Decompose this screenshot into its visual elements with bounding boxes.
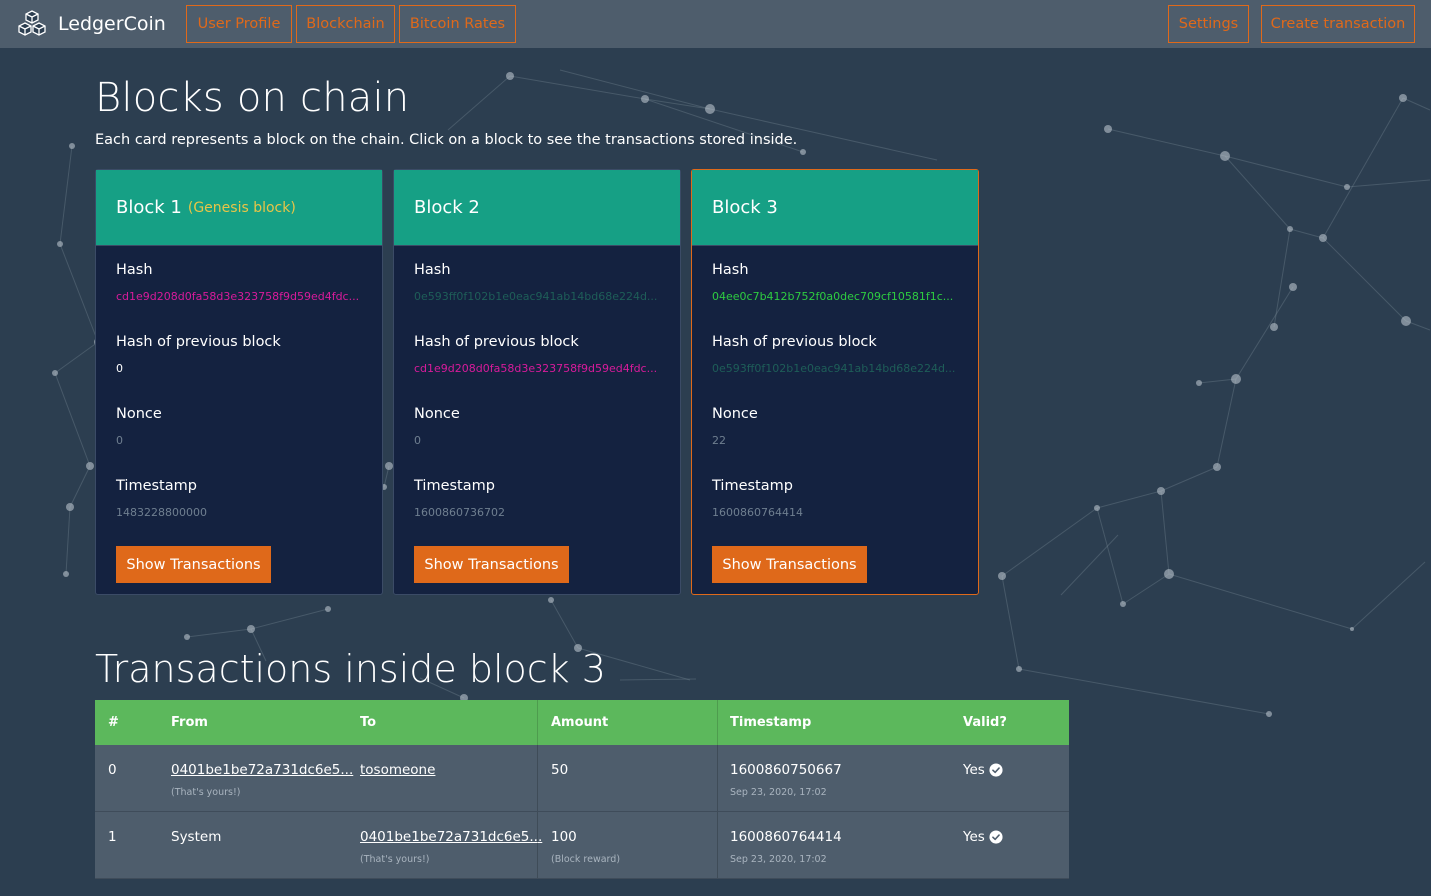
tx-from: System [171, 829, 222, 845]
nonce-value: 0 [414, 434, 421, 447]
timestamp-value: 1600860736702 [414, 506, 505, 519]
nav-user-profile-button[interactable]: User Profile [186, 5, 292, 43]
tx-from-link[interactable]: 0401be1be72a731dc6e5... [171, 762, 353, 778]
block-card-header: Block 2 [394, 170, 680, 246]
column-header-to: To [360, 715, 377, 730]
tx-to-link[interactable]: tosomeone [360, 762, 435, 778]
block-title: Block 2 [414, 197, 480, 218]
tx-valid-text: Yes [963, 762, 985, 778]
tx-timestamp: 1600860764414 [730, 829, 842, 845]
nonce-label: Nonce [712, 406, 758, 422]
tx-date: Sep 23, 2020, 17:02 [730, 854, 827, 865]
tx-date: Sep 23, 2020, 17:02 [730, 787, 827, 798]
brand-logo-link[interactable]: LedgerCoin [16, 8, 166, 40]
block-card-1[interactable]: Block 1 (Genesis block) Hash cd1e9d208d0… [95, 169, 383, 595]
transactions-title: Transactions inside block 3 [95, 647, 606, 691]
hash-label: Hash [414, 262, 451, 278]
tx-index: 0 [108, 762, 117, 778]
tx-amount: 50 [551, 762, 569, 778]
nonce-label: Nonce [116, 406, 162, 422]
hash-label: Hash [712, 262, 749, 278]
tx-timestamp: 1600860750667 [730, 762, 842, 778]
timestamp-label: Timestamp [116, 478, 197, 494]
table-row: 1 System 0401be1be72a731dc6e5... (That's… [95, 812, 1069, 879]
nonce-label: Nonce [414, 406, 460, 422]
nav-blockchain-button[interactable]: Blockchain [296, 5, 395, 43]
block-card-3[interactable]: Block 3 Hash 04ee0c7b412b752f0a0dec709cf… [691, 169, 979, 595]
table-header-row: # From To Amount Timestamp Valid? [95, 700, 1069, 745]
show-transactions-button[interactable]: Show Transactions [712, 546, 867, 583]
timestamp-value: 1600860764414 [712, 506, 803, 519]
hash-label: Hash [116, 262, 153, 278]
main-content: Blocks on chain Each card represents a b… [0, 0, 1431, 896]
tx-from-note: (That's yours!) [171, 787, 241, 798]
column-header-amount: Amount [551, 715, 609, 730]
transactions-table: # From To Amount Timestamp Valid? 0 0401… [95, 700, 1069, 879]
check-circle-icon [989, 830, 1003, 844]
timestamp-label: Timestamp [414, 478, 495, 494]
column-header-index: # [108, 715, 119, 730]
prev-hash-label: Hash of previous block [414, 334, 579, 350]
block-title: Block 3 [712, 197, 778, 218]
prev-hash-label: Hash of previous block [712, 334, 877, 350]
prev-hash-value: 0 [116, 362, 123, 375]
hash-value: 04ee0c7b412b752f0a0dec709cf10581f1c... [712, 290, 954, 303]
column-header-valid: Valid? [963, 715, 1007, 730]
app-name: LedgerCoin [58, 13, 166, 35]
column-header-from: From [171, 715, 208, 730]
nav-create-transaction-button[interactable]: Create transaction [1261, 5, 1415, 43]
tx-amount-note: (Block reward) [551, 854, 621, 865]
hash-value: 0e593ff0f102b1e0eac941ab14bd68e224d... [414, 290, 658, 303]
timestamp-value: 1483228800000 [116, 506, 207, 519]
page-title: Blocks on chain [95, 75, 410, 121]
tx-valid: Yes [963, 829, 1003, 845]
check-circle-icon [989, 763, 1003, 777]
top-navbar: LedgerCoin User Profile Blockchain Bitco… [0, 0, 1431, 48]
timestamp-label: Timestamp [712, 478, 793, 494]
block-card-2[interactable]: Block 2 Hash 0e593ff0f102b1e0eac941ab14b… [393, 169, 681, 595]
tx-valid-text: Yes [963, 829, 985, 845]
prev-hash-value: cd1e9d208d0fa58d3e323758f9d59ed4fdc... [414, 362, 658, 375]
prev-hash-value: 0e593ff0f102b1e0eac941ab14bd68e224d... [712, 362, 956, 375]
prev-hash-label: Hash of previous block [116, 334, 281, 350]
tx-amount: 100 [551, 829, 577, 845]
block-card-header: Block 3 [692, 170, 978, 246]
tx-index: 1 [108, 829, 117, 845]
nav-settings-button[interactable]: Settings [1168, 5, 1249, 43]
genesis-tag: (Genesis block) [187, 199, 296, 216]
show-transactions-button[interactable]: Show Transactions [116, 546, 271, 583]
page-subtitle: Each card represents a block on the chai… [95, 132, 798, 148]
blockchain-cubes-icon [18, 10, 46, 36]
nonce-value: 0 [116, 434, 123, 447]
nonce-value: 22 [712, 434, 726, 447]
tx-valid: Yes [963, 762, 1003, 778]
table-row: 0 0401be1be72a731dc6e5... (That's yours!… [95, 745, 1069, 812]
block-title: Block 1 [116, 197, 182, 218]
block-card-header: Block 1 (Genesis block) [96, 170, 382, 246]
hash-value: cd1e9d208d0fa58d3e323758f9d59ed4fdc... [116, 290, 360, 303]
nav-bitcoin-rates-button[interactable]: Bitcoin Rates [399, 5, 516, 43]
show-transactions-button[interactable]: Show Transactions [414, 546, 569, 583]
column-header-timestamp: Timestamp [730, 715, 812, 730]
tx-to-note: (That's yours!) [360, 854, 430, 865]
tx-to-link[interactable]: 0401be1be72a731dc6e5... [360, 829, 542, 845]
